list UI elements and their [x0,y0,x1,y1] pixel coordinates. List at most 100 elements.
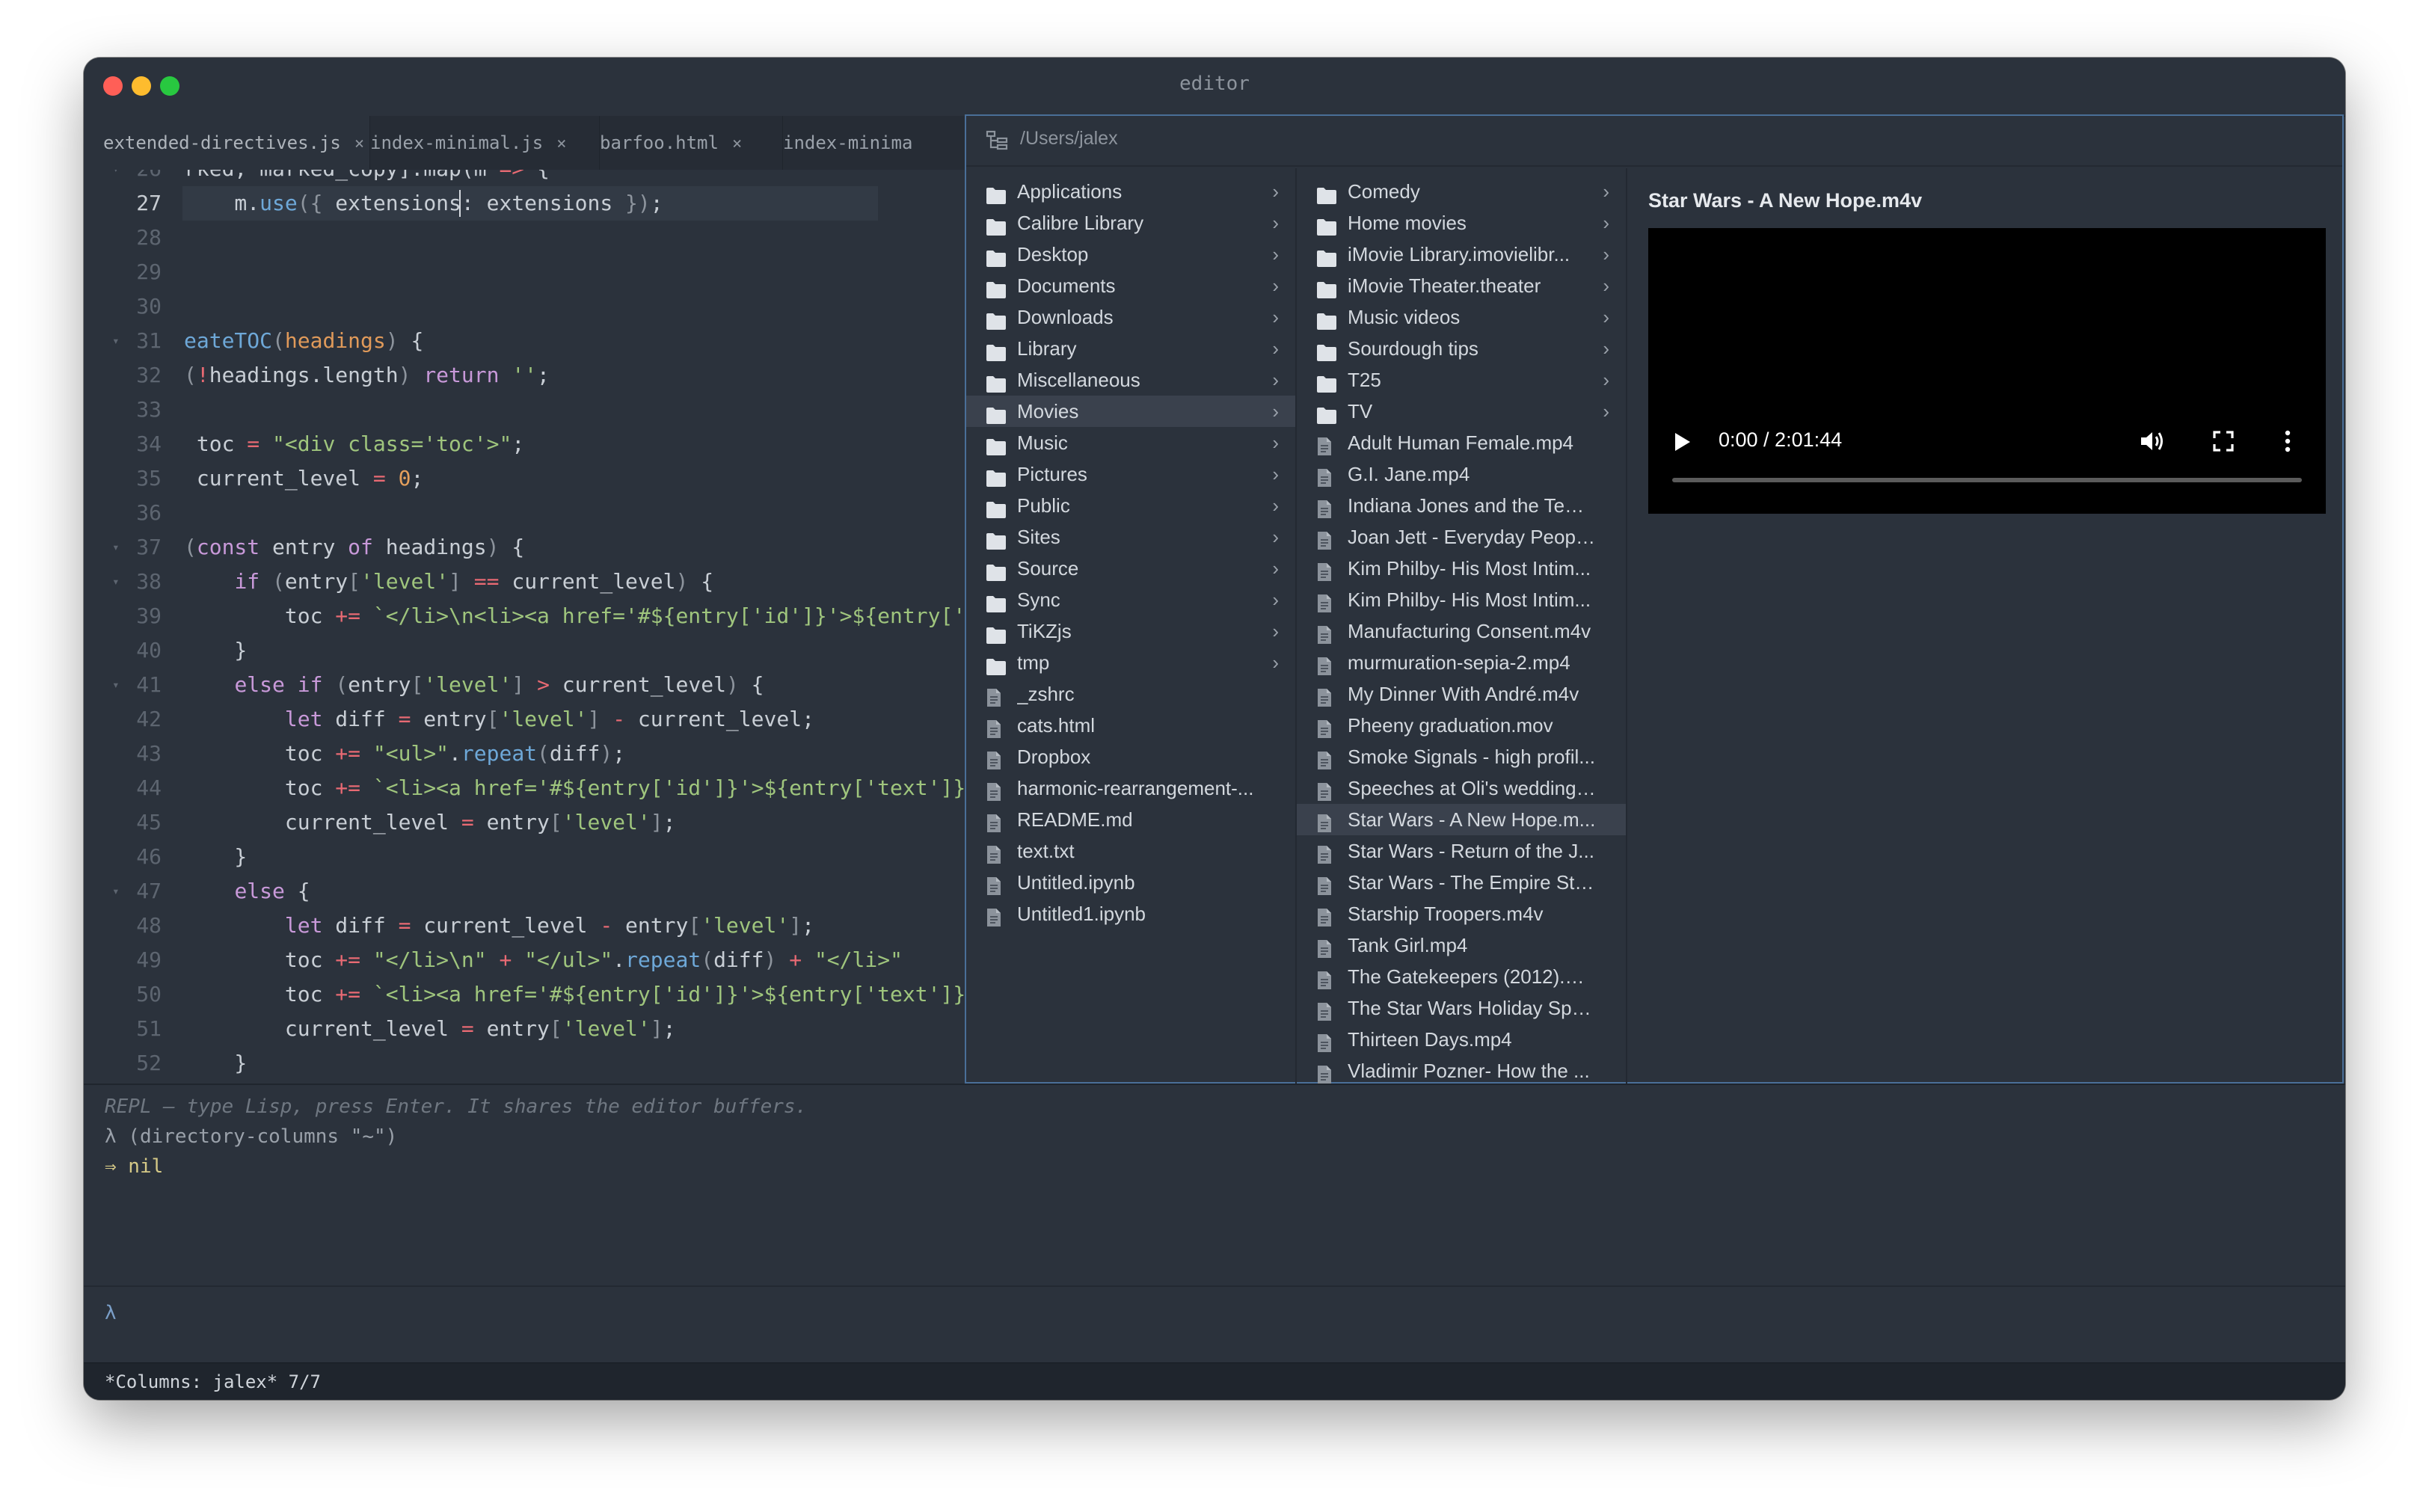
folder-item[interactable]: Home movies › [1297,207,1626,239]
code-line[interactable]: 42 let diff = entry['level'] - current_l… [84,702,966,737]
file-item[interactable]: text.txt [966,835,1295,867]
file-item[interactable]: G.I. Jane.mp4 [1297,458,1626,490]
code-line[interactable]: 31 ▾ eateTOC(headings) { [84,324,966,358]
code-line[interactable]: 41 ▾ else if (entry['level'] > current_le… [84,668,966,702]
code-line[interactable]: 40 } [84,633,966,668]
code-line[interactable]: 46 } [84,840,966,874]
tab-index-minimal-2[interactable]: index-minima [764,116,966,170]
folder-item[interactable]: Desktop › [966,239,1295,270]
file-item[interactable]: My Dinner With André.m4v [1297,678,1626,710]
more-options-icon[interactable] [2282,428,2293,457]
folder-item[interactable]: Applications › [966,176,1295,207]
code-line[interactable]: 48 let diff = current_level - entry['lev… [84,909,966,943]
file-item[interactable]: Thirteen Days.mp4 [1297,1024,1626,1055]
video-progress-track[interactable] [1672,478,2302,482]
file-item[interactable]: murmuration-sepia-2.mp4 [1297,647,1626,678]
code-line[interactable]: 30 [84,289,966,324]
code-line[interactable]: 28 [84,221,966,255]
file-item[interactable]: Star Wars - A New Hope.m... [1297,804,1626,835]
code-line[interactable]: 27 m.use({ extensions: extensions }); [84,186,966,221]
folder-item[interactable]: Sync › [966,584,1295,615]
code-line[interactable]: 50 toc += `<li><a href='#${entry['id']}'… [84,977,966,1012]
folder-item[interactable]: Public › [966,490,1295,521]
fold-icon[interactable]: ▾ [112,530,120,565]
directory-column-movies[interactable]: Comedy › Home movies › iMovie Library.imovie… [1297,168,1627,1084]
code-line[interactable]: 38 ▾ if (entry['level'] == current_level)… [84,565,966,599]
file-item[interactable]: _zshrc [966,678,1295,710]
fold-icon[interactable]: ▾ [112,874,120,909]
tab-barfoo[interactable]: barfoo.html × [580,116,783,170]
folder-item[interactable]: Documents › [966,270,1295,301]
directory-column-home[interactable]: Applications › Calibre Library › Desktop › Doc… [966,168,1297,1084]
code-line[interactable]: 43 toc += "<ul>".repeat(diff); [84,737,966,771]
folder-item[interactable]: Sites › [966,521,1295,553]
file-item[interactable]: Untitled.ipynb [966,867,1295,898]
file-item[interactable]: Starship Troopers.m4v [1297,898,1626,929]
file-item[interactable]: Manufacturing Consent.m4v [1297,615,1626,647]
folder-item[interactable]: iMovie Library.imovielibr... › [1297,239,1626,270]
file-item[interactable]: Speeches at Oli's wedding.... [1297,772,1626,804]
folder-item[interactable]: Miscellaneous › [966,364,1295,396]
file-item[interactable]: Kim Philby- His Most Intim... [1297,553,1626,584]
folder-item[interactable]: tmp › [966,647,1295,678]
file-item[interactable]: Star Wars - Return of the J... [1297,835,1626,867]
code-line[interactable]: 44 toc += `<li><a href='#${entry['id']}'… [84,771,966,805]
fold-icon[interactable]: ▾ [112,565,120,599]
volume-icon[interactable] [2139,428,2166,457]
file-item[interactable]: Tank Girl.mp4 [1297,929,1626,961]
file-item[interactable]: cats.html [966,710,1295,741]
code-line[interactable]: 35 current_level = 0; [84,461,966,496]
folder-item[interactable]: Sourdough tips › [1297,333,1626,364]
fold-icon[interactable]: ▾ [112,668,120,702]
folder-item[interactable]: Pictures › [966,458,1295,490]
folder-item[interactable]: Downloads › [966,301,1295,333]
fullscreen-icon[interactable] [2211,428,2236,457]
file-item[interactable]: Untitled1.ipynb [966,898,1295,929]
folder-item[interactable]: TiKZjs › [966,615,1295,647]
folder-item[interactable]: Music videos › [1297,301,1626,333]
code-editor[interactable]: 26▾rked, marked_copy].map(m => {27 m.use… [84,170,966,1142]
code-line[interactable]: 52 } [84,1046,966,1081]
code-line[interactable]: 51 current_level = entry['level']; [84,1012,966,1046]
code-line[interactable]: 49 toc += "</li>\n" + "</ul>".repeat(dif… [84,943,966,977]
file-item[interactable]: Vladimir Pozner- How the ... [1297,1055,1626,1084]
code-line[interactable]: 37 ▾ (const entry of headings) { [84,530,966,565]
folder-item[interactable]: Calibre Library › [966,207,1295,239]
code-line[interactable]: 29 [84,255,966,289]
folder-item[interactable]: TV › [1297,396,1626,427]
code-line[interactable]: 33 [84,393,966,427]
code-line[interactable]: 32 (!headings.length) return ''; [84,358,966,393]
code-line[interactable]: 45 current_level = entry['level']; [84,805,966,840]
file-item[interactable]: harmonic-rearrangement-... [966,772,1295,804]
tab-index-minimal[interactable]: index-minimal.js × [351,116,600,170]
fold-icon[interactable]: ▾ [112,170,120,186]
tab-close-icon[interactable]: × [732,135,742,153]
file-item[interactable]: Star Wars - The Empire Str... [1297,867,1626,898]
file-item[interactable]: The Gatekeepers (2012).m... [1297,961,1626,992]
file-item[interactable]: Adult Human Female.mp4 [1297,427,1626,458]
folder-item[interactable]: Movies › [966,396,1295,427]
file-item[interactable]: Kim Philby- His Most Intim... [1297,584,1626,615]
code-line[interactable]: 34 toc = "<div class='toc'>"; [84,427,966,461]
play-icon[interactable] [1671,430,1693,457]
folder-item[interactable]: Library › [966,333,1295,364]
file-item[interactable]: Joan Jett - Everyday Peopl... [1297,521,1626,553]
repl-input[interactable]: λ [84,1285,2345,1345]
file-item[interactable]: Indiana Jones and the Tem... [1297,490,1626,521]
code-line[interactable]: 36 [84,496,966,530]
file-item[interactable]: Smoke Signals - high profil... [1297,741,1626,772]
file-item[interactable]: README.md [966,804,1295,835]
code-line[interactable]: 47 ▾ else { [84,874,966,909]
fold-icon[interactable]: ▾ [112,324,120,358]
folder-item[interactable]: Source › [966,553,1295,584]
tab-extended-directives[interactable]: extended-directives.js × [84,116,370,170]
file-item[interactable]: Dropbox [966,741,1295,772]
video-player[interactable]: 0:00 / 2:01:44 [1648,228,2326,514]
folder-item[interactable]: T25 › [1297,364,1626,396]
folder-item[interactable]: Comedy › [1297,176,1626,207]
folder-item[interactable]: iMovie Theater.theater › [1297,270,1626,301]
file-item[interactable]: Pheeny graduation.mov [1297,710,1626,741]
file-item[interactable]: The Star Wars Holiday Spe... [1297,992,1626,1024]
code-line[interactable]: 26▾ rked, marked_copy].map(m => { [84,170,966,186]
folder-item[interactable]: Music › [966,427,1295,458]
